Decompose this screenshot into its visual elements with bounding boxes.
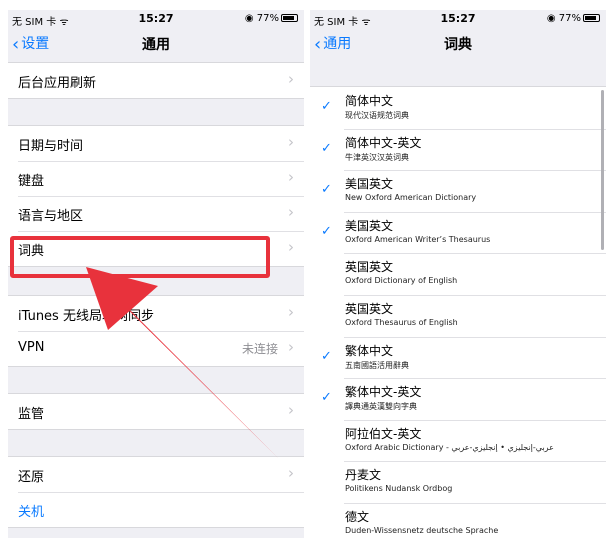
list-item[interactable]: ✓ 繁体中文 五南國語活用辭典: [310, 336, 606, 379]
list-item[interactable]: 英国英文 Oxford Thesaurus of English: [310, 294, 606, 337]
list-item[interactable]: ✓ 简体中文 现代汉语规范词典: [310, 87, 606, 129]
battery-indicator: ◉ 77%: [547, 13, 600, 24]
chevron-right-icon: ›: [288, 338, 294, 356]
chevron-right-icon: ›: [288, 238, 294, 256]
chevron-right-icon: ›: [288, 133, 294, 151]
settings-group: 还原 › 关机: [8, 456, 304, 528]
status-bar: 无 SIM 卡 ᯤ 15:27 ◉ 77%: [310, 10, 606, 28]
cell-shut-down[interactable]: 关机: [8, 492, 304, 527]
list-item[interactable]: 德文 Duden-Wissensnetz deutsche Sprache: [310, 502, 606, 538]
settings-group: 后台应用刷新 ›: [8, 62, 304, 99]
cell-date-time[interactable]: 日期与时间 ›: [8, 126, 304, 161]
list-item[interactable]: 英国英文 Oxford Dictionary of English: [310, 253, 606, 295]
cell-reset[interactable]: 还原 ›: [8, 457, 304, 492]
cell-keyboard[interactable]: 键盘 ›: [8, 161, 304, 196]
list-item[interactable]: 阿拉伯文-英文 Oxford Arabic Dictionary - عربي-إ…: [310, 419, 606, 462]
checkmark-icon: ✓: [321, 99, 332, 114]
chevron-right-icon: ›: [288, 203, 294, 221]
list-item[interactable]: ✓ 美国英文 Oxford American Writer’s Thesaurus: [310, 211, 606, 254]
checkmark-icon: ✓: [321, 390, 332, 406]
vpn-status: 未连接: [241, 342, 278, 356]
battery-indicator: ◉ 77%: [245, 13, 298, 24]
cell-background-app-refresh[interactable]: 后台应用刷新 ›: [8, 63, 304, 98]
chevron-right-icon: ›: [288, 168, 294, 186]
list-item[interactable]: ✓ 美国英文 New Oxford American Dictionary: [310, 170, 606, 212]
page-title: 词典: [444, 37, 472, 53]
checkmark-icon: ✓: [321, 140, 332, 156]
chevron-right-icon: ›: [288, 70, 294, 88]
chevron-right-icon: ›: [288, 464, 294, 482]
settings-group: 监管 ›: [8, 393, 304, 430]
cell-supervision[interactable]: 监管 ›: [8, 394, 304, 429]
dictionary-list: ✓ 简体中文 现代汉语规范词典 ✓ 简体中文-英文 牛津英汉汉英词典 ✓ 美国英文 New …: [310, 86, 606, 538]
settings-group: iTunes 无线局域网同步 › VPN 未连接 ›: [8, 295, 304, 367]
chevron-right-icon: ›: [288, 303, 294, 321]
checkmark-icon: ✓: [321, 223, 332, 239]
checkmark-icon: ✓: [321, 348, 332, 364]
battery-icon: [281, 14, 298, 22]
cell-vpn[interactable]: VPN 未连接 ›: [8, 331, 304, 366]
list-item[interactable]: ✓ 繁体中文-英文 譯典通英漢雙向字典: [310, 378, 606, 420]
list-item[interactable]: ✓ 简体中文-英文 牛津英汉汉英词典: [310, 128, 606, 171]
list-item[interactable]: 丹麦文 Politikens Nudansk Ordbog: [310, 461, 606, 503]
dictionary-highlight-box: [10, 236, 270, 278]
cell-language-region[interactable]: 语言与地区 ›: [8, 196, 304, 231]
scrollbar[interactable]: [601, 90, 604, 250]
status-bar: 无 SIM 卡 ᯤ 15:27 ◉ 77%: [8, 10, 304, 28]
page-title: 通用: [142, 37, 170, 53]
checkmark-icon: ✓: [321, 182, 332, 198]
navigation-bar: ‹ 设置 通用: [8, 28, 304, 60]
cell-itunes-wifi-sync[interactable]: iTunes 无线局域网同步 ›: [8, 296, 304, 331]
navigation-bar: ‹ 通用 词典: [310, 28, 606, 60]
settings-general-screen: 无 SIM 卡 ᯤ 15:27 ◉ 77% ‹ 设置 通用 后台应用刷新 › 日期…: [8, 10, 304, 538]
chevron-right-icon: ›: [288, 401, 294, 419]
battery-icon: [583, 14, 600, 22]
dictionary-screen: 无 SIM 卡 ᯤ 15:27 ◉ 77% ‹ 通用 词典 ✓ 简体中文 现代汉语规范…: [310, 10, 606, 538]
